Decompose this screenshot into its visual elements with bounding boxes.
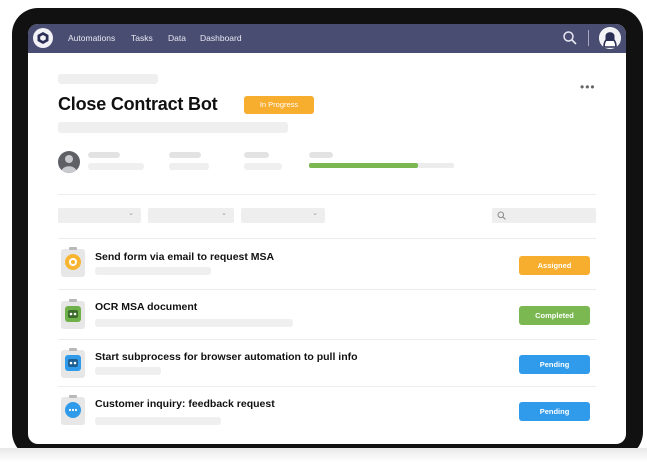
task-title[interactable]: Send form via email to request MSA <box>95 251 274 263</box>
tablet-shadow <box>0 448 647 462</box>
status-badge-completed[interactable]: Completed <box>519 306 590 325</box>
row-divider <box>58 289 596 290</box>
row-divider <box>58 386 596 387</box>
breadcrumb-placeholder <box>58 74 158 84</box>
meta-label-placeholder <box>244 152 269 158</box>
filter-dropdown-2[interactable]: ⌄ <box>148 208 234 223</box>
meta-value-placeholder <box>244 163 282 170</box>
page-title: Close Contract Bot <box>58 94 218 114</box>
meta-label-placeholder <box>169 152 201 158</box>
robot-icon <box>61 299 85 329</box>
robot-icon <box>61 348 85 378</box>
list-divider <box>58 238 596 239</box>
form-icon <box>61 247 85 277</box>
nav-dashboard[interactable]: Dashboard <box>200 24 242 53</box>
meta-label-placeholder <box>88 152 120 158</box>
nav-divider <box>588 30 589 46</box>
more-icon[interactable]: ••• <box>580 80 596 94</box>
status-badge-assigned[interactable]: Assigned <box>519 256 590 275</box>
progress-bar <box>309 163 454 168</box>
description-placeholder <box>58 122 288 133</box>
top-nav-bar: Automations Tasks Data Dashboard <box>28 24 626 53</box>
filter-dropdown-1[interactable]: ⌄ <box>58 208 141 223</box>
meta-value-placeholder <box>169 163 209 170</box>
filter-dropdown-3[interactable]: ⌄ <box>241 208 325 223</box>
logo-icon[interactable] <box>33 28 53 48</box>
nav-automations[interactable]: Automations <box>68 24 115 53</box>
meta-value-placeholder <box>88 163 144 170</box>
status-badge-pending[interactable]: Pending <box>519 402 590 421</box>
chevron-down-icon: ⌄ <box>128 210 134 217</box>
task-title[interactable]: Start subprocess for browser automation … <box>95 351 358 363</box>
task-subtitle-placeholder <box>95 319 293 327</box>
owner-avatar <box>58 151 80 173</box>
chevron-down-icon: ⌄ <box>221 210 227 217</box>
search-icon <box>497 211 506 220</box>
status-badge-pending[interactable]: Pending <box>519 355 590 374</box>
task-subtitle-placeholder <box>95 267 211 275</box>
status-badge: In Progress <box>244 96 314 114</box>
chat-icon <box>61 395 85 425</box>
progress-fill <box>309 163 418 168</box>
app-screen: Automations Tasks Data Dashboard Close C… <box>28 24 626 444</box>
meta-label-placeholder <box>309 152 333 158</box>
task-title[interactable]: OCR MSA document <box>95 301 197 313</box>
task-title[interactable]: Customer inquiry: feedback request <box>95 398 275 410</box>
nav-tasks[interactable]: Tasks <box>131 24 153 53</box>
row-divider <box>58 339 596 340</box>
task-subtitle-placeholder <box>95 367 161 375</box>
section-divider <box>58 194 596 195</box>
nav-data[interactable]: Data <box>168 24 186 53</box>
search-icon[interactable] <box>562 30 578 46</box>
task-subtitle-placeholder <box>95 417 221 425</box>
chevron-down-icon: ⌄ <box>312 210 318 217</box>
avatar-icon[interactable] <box>599 27 621 49</box>
search-input[interactable] <box>492 208 596 223</box>
